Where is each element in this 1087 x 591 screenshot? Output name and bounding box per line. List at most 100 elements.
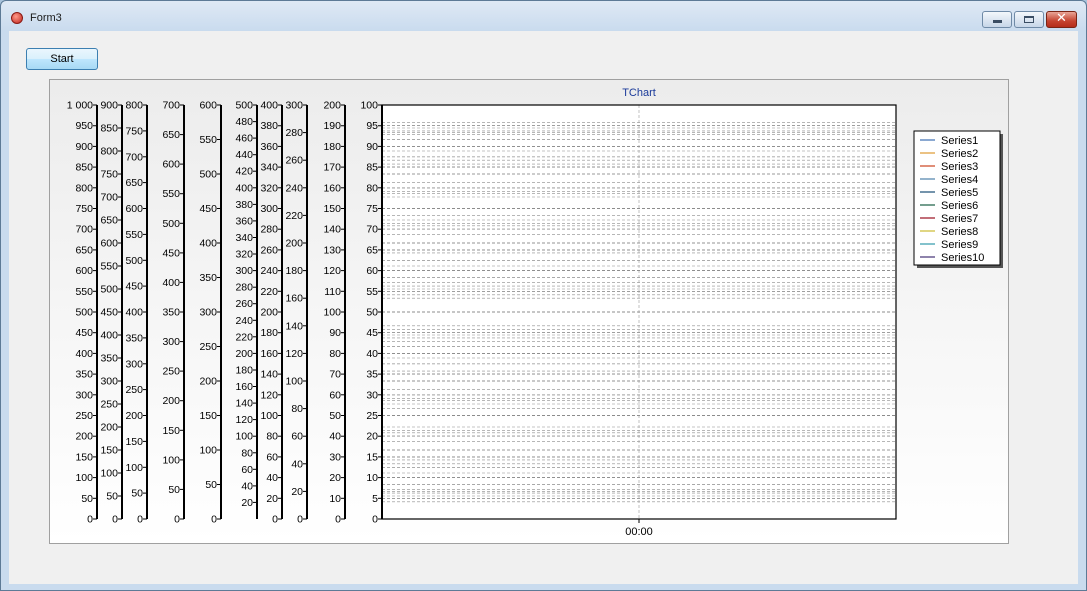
axis-900-tick-label: 50	[106, 491, 118, 503]
axis-500-tick-label: 440	[235, 149, 253, 161]
app-icon[interactable]	[11, 12, 23, 24]
axis-500-tick-label: 240	[235, 315, 253, 327]
axis-900-tick-label: 900	[100, 100, 118, 112]
axis-800-tick-label: 400	[125, 307, 143, 319]
axis-900-tick-label: 400	[100, 330, 118, 342]
axis-100-tick-label: 70	[366, 224, 378, 236]
axis-500-tick-label: 220	[235, 331, 253, 343]
start-button[interactable]: Start	[26, 48, 98, 70]
axis-300-tick-label: 260	[285, 155, 303, 167]
close-button[interactable]: ✕	[1046, 11, 1077, 28]
axis-100-tick-label: 10	[366, 472, 378, 484]
axis-200-tick-label: 60	[329, 389, 341, 401]
axis-1000-tick-label: 400	[75, 348, 93, 360]
axis-700-tick-label: 100	[162, 454, 180, 466]
axis-900-tick-label: 750	[100, 169, 118, 181]
axis-100-tick-label: 60	[366, 265, 378, 277]
axis-200-tick-label: 30	[329, 451, 341, 463]
axis-200-tick-label: 160	[323, 182, 341, 194]
legend-label: Series7	[941, 213, 978, 225]
tchart-panel[interactable]: TChart 0 50 100 150 200 250 300 350 400 450 500 550 6…	[49, 79, 1009, 544]
axis-1000-tick-label: 850	[75, 162, 93, 174]
axis-300-tick-label: 280	[285, 127, 303, 139]
axis-900-tick-label: 300	[100, 376, 118, 388]
axis-400-tick-label: 260	[260, 244, 278, 256]
axis-100-tick-label: 55	[366, 286, 378, 298]
window-title: Form3	[30, 12, 62, 24]
legend-label: Series2	[941, 148, 978, 160]
axis-900-tick-label: 350	[100, 353, 118, 365]
axis-100-tick-label: 20	[366, 431, 378, 443]
axis-500-tick-label: 500	[235, 100, 253, 112]
axis-100-tick-label: 65	[366, 244, 378, 256]
axis-800-tick-label: 300	[125, 358, 143, 370]
minimize-button[interactable]	[982, 11, 1012, 28]
axis-300-tick-label: 300	[285, 100, 303, 112]
axis-600-tick-label: 550	[199, 134, 217, 146]
axis-400-tick-label: 160	[260, 348, 278, 360]
axis-1000-tick-label: 650	[75, 244, 93, 256]
axis-800-tick-label: 350	[125, 332, 143, 344]
axis-1000-tick-label: 300	[75, 389, 93, 401]
minimize-icon	[993, 20, 1002, 23]
axis-100-tick-label: 85	[366, 162, 378, 174]
axis-700-tick-label: 450	[162, 247, 180, 259]
axis-600-tick-label: 500	[199, 169, 217, 181]
maximize-button[interactable]	[1014, 11, 1044, 28]
axis-1000-tick-label: 950	[75, 120, 93, 132]
axis-200-tick-label: 0	[335, 514, 341, 526]
title-bar[interactable]: Form3 ✕	[1, 1, 1086, 31]
legend-label: Series8	[941, 226, 978, 238]
legend-label: Series4	[941, 174, 978, 186]
axis-500-tick-label: 280	[235, 282, 253, 294]
axis-100-tick-label: 50	[366, 307, 378, 319]
axis-500-tick-label: 420	[235, 166, 253, 178]
axis-100-tick-label: 75	[366, 203, 378, 215]
axis-800-tick-label: 700	[125, 151, 143, 163]
axis-200-tick-label: 40	[329, 431, 341, 443]
axis-600-tick-label: 0	[211, 514, 217, 526]
axis-400-tick-label: 300	[260, 203, 278, 215]
axis-800-tick-label: 750	[125, 125, 143, 137]
axis-400-tick-label: 20	[266, 493, 278, 505]
axis-1000-tick-label: 500	[75, 307, 93, 319]
axis-300-tick-label: 160	[285, 293, 303, 305]
maximize-icon	[1024, 16, 1034, 23]
axis-400-tick-label: 280	[260, 224, 278, 236]
axis-1000-tick-label: 600	[75, 265, 93, 277]
axis-500-tick-label: 160	[235, 381, 253, 393]
axis-1000-tick-label: 550	[75, 286, 93, 298]
axis-200-tick-label: 50	[329, 410, 341, 422]
axis-300-tick-label: 240	[285, 182, 303, 194]
axis-200-tick-label: 150	[323, 203, 341, 215]
axis-100-tick-label: 45	[366, 327, 378, 339]
axis-300-tick-label: 220	[285, 210, 303, 222]
axis-500-tick-label: 300	[235, 265, 253, 277]
axis-400-tick-label: 120	[260, 389, 278, 401]
axis-900-tick-label: 100	[100, 468, 118, 480]
axis-300-tick-label: 80	[291, 403, 303, 415]
axis-400-tick-label: 200	[260, 307, 278, 319]
axis-400-tick-label: 80	[266, 431, 278, 443]
axis-900-tick-label: 700	[100, 192, 118, 204]
axis-200-tick-label: 100	[323, 307, 341, 319]
axis-500-tick-label: 360	[235, 215, 253, 227]
axis-800-tick-label: 650	[125, 177, 143, 189]
axis-1000-tick-label: 50	[81, 493, 93, 505]
axis-500-tick-label: 100	[235, 431, 253, 443]
axis-600-tick-label: 450	[199, 203, 217, 215]
axis-500-tick-label: 480	[235, 116, 253, 128]
axis-600-tick-label: 400	[199, 238, 217, 250]
axis-200-tick-label: 90	[329, 327, 341, 339]
axis-500-tick-label: 140	[235, 398, 253, 410]
axis-600-tick-label: 600	[199, 100, 217, 112]
axis-200-tick-label: 110	[324, 286, 341, 298]
axis-400-tick-label: 0	[272, 514, 278, 526]
axis-800-tick-label: 50	[131, 488, 143, 500]
axis-800-tick-label: 550	[125, 229, 143, 241]
axis-100-tick-label: 90	[366, 141, 378, 153]
axis-700-tick-label: 650	[162, 129, 180, 141]
axis-200-tick-label: 190	[323, 120, 341, 132]
axis-800-tick-label: 600	[125, 203, 143, 215]
axis-800-tick-label: 0	[137, 514, 143, 526]
